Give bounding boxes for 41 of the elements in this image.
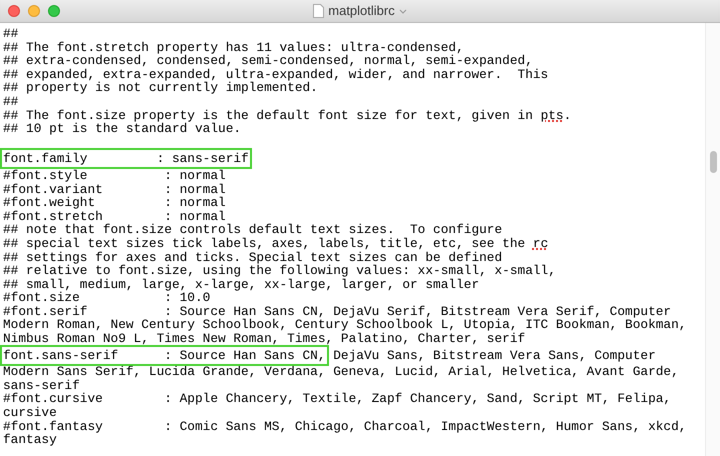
code-text: #font.variant : normal (3, 182, 226, 197)
code-text: ## relative to font.size, using the following values: xx-small, x-small, (3, 263, 556, 278)
code-text: ## extra-condensed, condensed, semi-condensed, normal, semi-expanded, (3, 53, 533, 68)
code-text: ## The font.size property is the default font size for text, given in (3, 108, 534, 123)
highlighted-text: font.family : sans-serif (3, 151, 249, 166)
code-text: ## settings for axes and ticks. Special text sizes can be defined (3, 250, 502, 264)
code-text: ## expanded, extra-expanded, ultra-expanded, wider, and narrower. This (3, 66, 548, 82)
code-text: #font.serif : Source Han Sans CN, DejaVu Serif, Bitstream Vera Serif, Computer (3, 304, 672, 319)
code-text: . (564, 108, 572, 123)
code-text: Modern Roman, New Century Schoolbook, Century Schoolbook L, Utopia, ITC Bookman, Bookman, (3, 317, 686, 332)
code-text: #font.cursive : Apple Chancery, Textile, Zapf Chancery, Sand, Script MT, Felipa, (3, 391, 672, 406)
code-text: ## property is not currently implemented. (3, 80, 318, 96)
code-text: sans-serif (3, 378, 80, 393)
code-text: DejaVu Sans, Bitstream Vera Sans, Computer (332, 348, 656, 363)
scroll-thumb[interactable] (710, 151, 716, 173)
chevron-down-icon[interactable] (398, 8, 407, 14)
close-button[interactable] (8, 5, 20, 17)
misspelled-word: rc (532, 236, 548, 251)
highlighted-text: font.sans-serif : Source Han Sans CN, (3, 348, 326, 363)
scrollbar[interactable] (705, 23, 720, 456)
code-text: Modern Sans Serif, Lucida Grande, Verdana, Geneva, Lucid, Arial, Helvetica, Avant Garde, (3, 364, 679, 380)
code-text: ## 10 pt is the standard value. (3, 121, 242, 136)
code-text: Nimbus Roman No9 L, Times New Roman, Times, Palatino, Charter, serif (3, 331, 526, 346)
code-text: ## special text sizes tick labels, axes, labels, title, etc, see the (3, 236, 526, 251)
code-text: #font.fantasy : Comic Sans MS, Chicago, Charcoal, ImpactWestern, Humor Sans, xkcd, (3, 418, 686, 434)
window-title: matplotlibrc (328, 2, 395, 20)
code-text: ## The font.stretch property has 11 values: ultra-condensed, (3, 40, 464, 55)
code-text: cursive (3, 405, 57, 420)
code-text: #font.size : 10.0 (3, 290, 210, 306)
code-text: ## small, medium, large, x-large, xx-large, larger, or smaller (3, 276, 480, 292)
code-text: #font.weight : normal (3, 195, 226, 210)
code-text: ## (3, 94, 18, 109)
code-text: #font.stretch : normal (3, 208, 226, 224)
document-icon (313, 4, 324, 18)
code-text: ## (3, 26, 18, 41)
minimize-button[interactable] (28, 5, 40, 17)
code-text: #font.style : normal (3, 168, 226, 183)
code-text: ## note that font.size controls default text sizes. To configure (3, 222, 502, 238)
misspelled-word: pts (540, 108, 564, 123)
code-text: fantasy (3, 432, 57, 448)
zoom-button[interactable] (48, 5, 60, 17)
